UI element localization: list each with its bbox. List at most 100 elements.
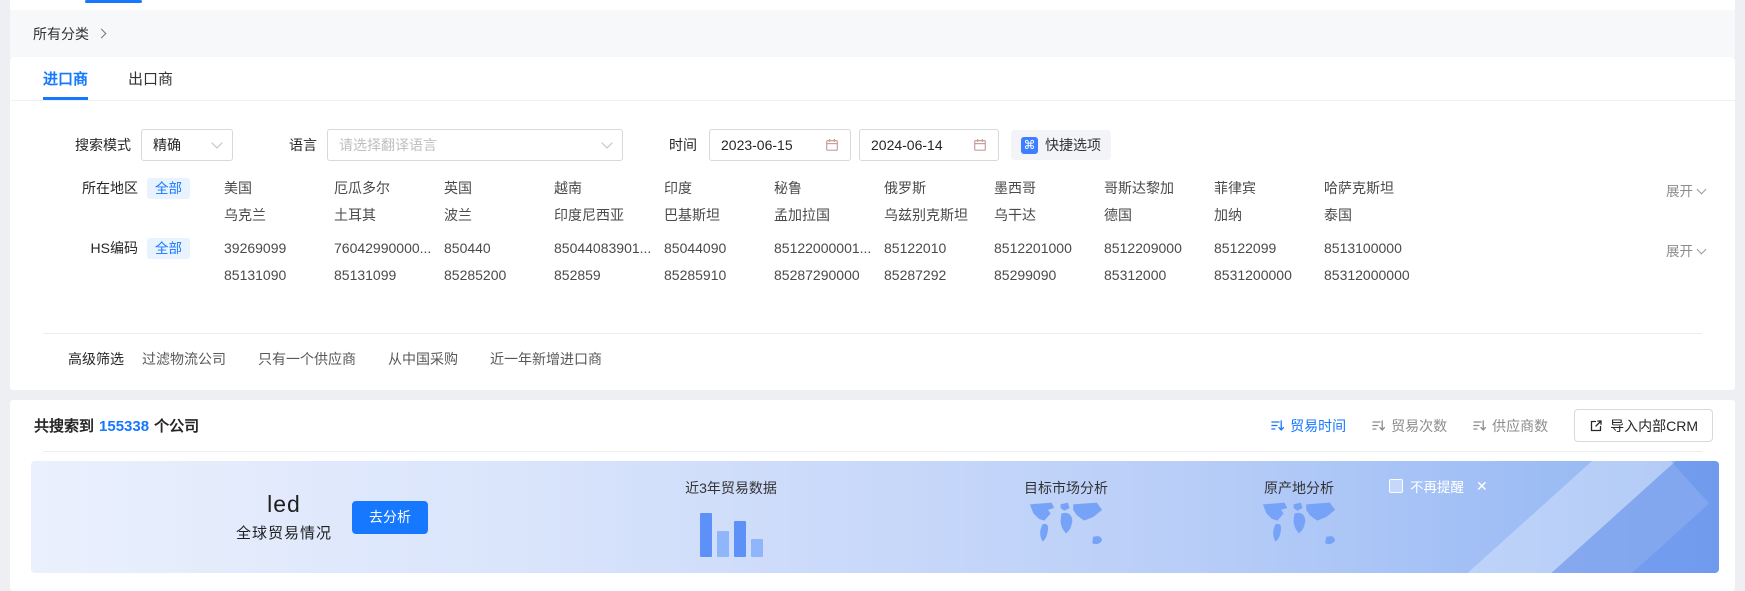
- hs-code-item[interactable]: 76042990000...: [334, 235, 444, 262]
- hs-code-item[interactable]: 85044083901...: [554, 235, 664, 262]
- region-item[interactable]: 乌兹别克斯坦: [884, 202, 994, 229]
- region-item[interactable]: 土耳其: [334, 202, 444, 229]
- hs-code-item[interactable]: 85122000001...: [774, 235, 884, 262]
- chevron-right-icon: [97, 29, 107, 39]
- end-date-input[interactable]: 2024-06-14: [859, 129, 999, 161]
- expand-label: 展开: [1666, 180, 1693, 200]
- hs-code-item[interactable]: 8513100000: [1324, 235, 1434, 262]
- region-item[interactable]: 印度: [664, 175, 774, 202]
- hs-code-item[interactable]: 85287292: [884, 262, 994, 289]
- analyze-button[interactable]: 去分析: [352, 501, 428, 534]
- trade-data-block: 近3年贸易数据: [651, 478, 811, 557]
- region-item[interactable]: 波兰: [444, 202, 554, 229]
- tab-importers[interactable]: 进口商: [43, 57, 88, 100]
- origin-analysis-block: 原产地分析: [1214, 478, 1384, 558]
- results-count-suffix: 个公司: [154, 418, 199, 435]
- export-icon: [1589, 419, 1603, 433]
- hs-code-item[interactable]: 85122099: [1214, 235, 1324, 262]
- region-item[interactable]: 孟加拉国: [774, 202, 884, 229]
- sort-trade-count[interactable]: 贸易次数: [1372, 416, 1447, 436]
- hs-code-item[interactable]: 8531200000: [1214, 262, 1324, 289]
- hs-code-item[interactable]: 85287290000: [774, 262, 884, 289]
- filter-panel: 进口商 出口商 搜索模式 精确 语言 请选择翻译语言 时间 2023-06-15…: [10, 57, 1735, 390]
- sort-label: 供应商数: [1492, 416, 1548, 436]
- region-item[interactable]: 印度尼西亚: [554, 202, 664, 229]
- hs-code-item[interactable]: 39269099: [224, 235, 334, 262]
- advanced-option-single-supplier[interactable]: 只有一个供应商: [258, 349, 356, 369]
- hs-all-chip[interactable]: 全部: [147, 238, 190, 259]
- start-date-value: 2023-06-15: [721, 137, 793, 153]
- hs-code-item[interactable]: 85299090: [994, 262, 1104, 289]
- breadcrumb-row: 所有分类: [10, 10, 1735, 57]
- results-panel: 共搜索到155338个公司 贸易时间 贸易次数 供应商数 导入内部CRM: [10, 400, 1735, 591]
- region-item[interactable]: 乌干达: [994, 202, 1104, 229]
- region-item[interactable]: 越南: [554, 175, 664, 202]
- region-item[interactable]: 菲律宾: [1214, 175, 1324, 202]
- region-item[interactable]: 德国: [1104, 202, 1214, 229]
- hs-code-item[interactable]: 85285200: [444, 262, 554, 289]
- search-mode-select[interactable]: 精确: [141, 129, 233, 161]
- sort-label: 贸易次数: [1391, 416, 1447, 436]
- dont-remind-checkbox[interactable]: [1389, 479, 1403, 493]
- region-expand-toggle[interactable]: 展开: [1666, 180, 1705, 200]
- advanced-option-from-china[interactable]: 从中国采购: [388, 349, 458, 369]
- region-item[interactable]: 英国: [444, 175, 554, 202]
- region-item[interactable]: 俄罗斯: [884, 175, 994, 202]
- region-label: 所在地区: [56, 175, 138, 202]
- region-item[interactable]: 秘鲁: [774, 175, 884, 202]
- world-map-icon: [1253, 499, 1345, 555]
- region-item[interactable]: 哥斯达黎加: [1104, 175, 1214, 202]
- sort-supplier-count[interactable]: 供应商数: [1473, 416, 1548, 436]
- region-item[interactable]: 厄瓜多尔: [334, 175, 444, 202]
- region-item[interactable]: 美国: [224, 175, 334, 202]
- start-date-input[interactable]: 2023-06-15: [709, 129, 851, 161]
- hs-expand-toggle[interactable]: 展开: [1666, 240, 1705, 260]
- analysis-banner: led 全球贸易情况 去分析 近3年贸易数据 目标市场分析 原产地分析: [31, 461, 1719, 573]
- mini-bar-chart: [651, 507, 811, 557]
- region-item[interactable]: 巴基斯坦: [664, 202, 774, 229]
- hs-code-item[interactable]: 8512201000: [994, 235, 1104, 262]
- advanced-option-logistics[interactable]: 过滤物流公司: [142, 349, 226, 369]
- search-mode-value: 精确: [153, 135, 181, 155]
- tab-label: 出口商: [128, 68, 173, 89]
- hs-code-item[interactable]: 8512209000: [1104, 235, 1214, 262]
- sort-trade-time[interactable]: 贸易时间: [1271, 416, 1346, 436]
- hs-code-item[interactable]: 85312000000: [1324, 262, 1434, 289]
- trade-data-title: 近3年贸易数据: [651, 478, 811, 498]
- tab-exporters[interactable]: 出口商: [128, 57, 173, 100]
- close-icon[interactable]: ✕: [1476, 478, 1488, 495]
- region-item[interactable]: 乌克兰: [224, 202, 334, 229]
- top-bar: [10, 0, 1735, 10]
- expand-label: 展开: [1666, 240, 1693, 260]
- chevron-down-icon: [1697, 244, 1707, 254]
- region-item[interactable]: 泰国: [1324, 202, 1434, 229]
- language-select[interactable]: 请选择翻译语言: [327, 129, 623, 161]
- quick-options-button[interactable]: ⌘ 快捷选项: [1011, 130, 1111, 160]
- hs-code-item[interactable]: 852859: [554, 262, 664, 289]
- import-crm-button[interactable]: 导入内部CRM: [1574, 409, 1713, 442]
- breadcrumb[interactable]: 所有分类: [33, 24, 89, 44]
- advanced-option-new-importers[interactable]: 近一年新增进口商: [490, 349, 602, 369]
- keyword-block: led 全球贸易情况 去分析: [236, 491, 428, 543]
- hs-code-item[interactable]: 85131099: [334, 262, 444, 289]
- page: 所有分类 进口商 出口商 搜索模式 精确 语言 请选择翻译语言 时间 2023-…: [10, 0, 1735, 591]
- region-all-chip[interactable]: 全部: [147, 178, 190, 199]
- results-count-text: 共搜索到155338个公司: [34, 415, 199, 436]
- search-form-row: 搜索模式 精确 语言 请选择翻译语言 时间 2023-06-15 2024-06…: [10, 129, 1735, 161]
- hs-code-item[interactable]: 850440: [444, 235, 554, 262]
- hs-code-item[interactable]: 85044090: [664, 235, 774, 262]
- hs-code-item[interactable]: 85122010: [884, 235, 994, 262]
- divider: [43, 333, 1702, 334]
- time-label: 时间: [669, 135, 697, 155]
- region-item[interactable]: 墨西哥: [994, 175, 1104, 202]
- tab-label: 进口商: [43, 68, 88, 89]
- sort-icon: [1271, 419, 1284, 432]
- region-item[interactable]: 加纳: [1214, 202, 1324, 229]
- hs-filter-row: HS编码 全部 39269099 76042990000... 850440 8…: [10, 235, 1735, 289]
- tabs-row: 进口商 出口商: [10, 57, 1735, 101]
- hs-code-item[interactable]: 85285910: [664, 262, 774, 289]
- hs-code-item[interactable]: 85312000: [1104, 262, 1214, 289]
- hs-code-item[interactable]: 85131090: [224, 262, 334, 289]
- region-item[interactable]: 哈萨克斯坦: [1324, 175, 1434, 202]
- origin-analysis-title: 原产地分析: [1214, 478, 1384, 498]
